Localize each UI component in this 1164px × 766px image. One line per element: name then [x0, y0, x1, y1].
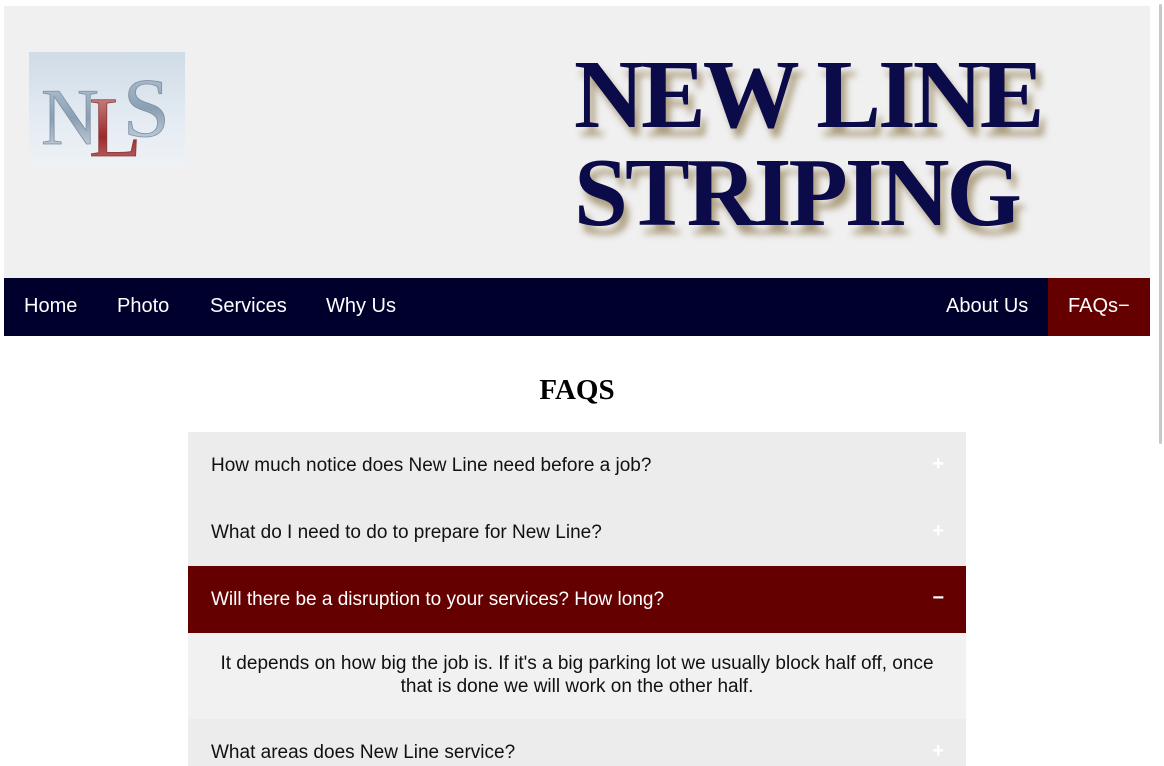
scrollbar-thumb[interactable]: [1159, 4, 1162, 444]
nav-why-us[interactable]: Why Us: [326, 278, 396, 336]
nav-about-us[interactable]: About Us: [946, 278, 1028, 336]
site-header: N L S NEW LINE STRIPING: [4, 6, 1150, 278]
nav-faqs[interactable]: FAQs−: [1048, 278, 1150, 336]
faq-question-label: What areas does New Line service?: [211, 742, 516, 763]
expand-plus-icon[interactable]: +: [932, 499, 944, 564]
faq-question-label: What do I need to do to prepare for New …: [211, 522, 602, 543]
company-name-line-1: NEW LINE: [574, 41, 1044, 148]
company-name-title: NEW LINE STRIPING: [574, 46, 1134, 242]
faq-question-prepare[interactable]: What do I need to do to prepare for New …: [188, 499, 966, 566]
page-scrollbar[interactable]: [1152, 0, 1164, 766]
company-name-line-2: STRIPING: [574, 139, 1022, 246]
page: N L S NEW LINE STRIPING Home Photo Servi…: [0, 0, 1164, 766]
svg-text:S: S: [123, 62, 170, 155]
faq-question-notice[interactable]: How much notice does New Line need befor…: [188, 432, 966, 499]
nav-home[interactable]: Home: [24, 278, 77, 336]
collapse-minus-icon[interactable]: −: [932, 566, 944, 631]
faq-question-disruption[interactable]: Will there be a disruption to your servi…: [188, 566, 966, 633]
main-nav: Home Photo Services Why Us About Us FAQs…: [4, 278, 1150, 336]
nav-photo[interactable]: Photo: [117, 278, 169, 336]
nav-services[interactable]: Services: [210, 278, 287, 336]
faq-answer-disruption: It depends on how big the job is. If it'…: [188, 633, 966, 719]
faq-heading: FAQS: [539, 374, 615, 406]
expand-plus-icon[interactable]: +: [932, 719, 944, 766]
faq-question-label: How much notice does New Line need befor…: [211, 455, 652, 476]
company-logo[interactable]: N L S: [29, 52, 185, 166]
expand-plus-icon[interactable]: +: [932, 432, 944, 497]
logo-monogram: N L S: [41, 62, 171, 166]
faq-question-areas[interactable]: What areas does New Line service? +: [188, 719, 966, 766]
faq-accordion: How much notice does New Line need befor…: [188, 432, 966, 766]
faq-question-label: Will there be a disruption to your servi…: [211, 589, 665, 610]
